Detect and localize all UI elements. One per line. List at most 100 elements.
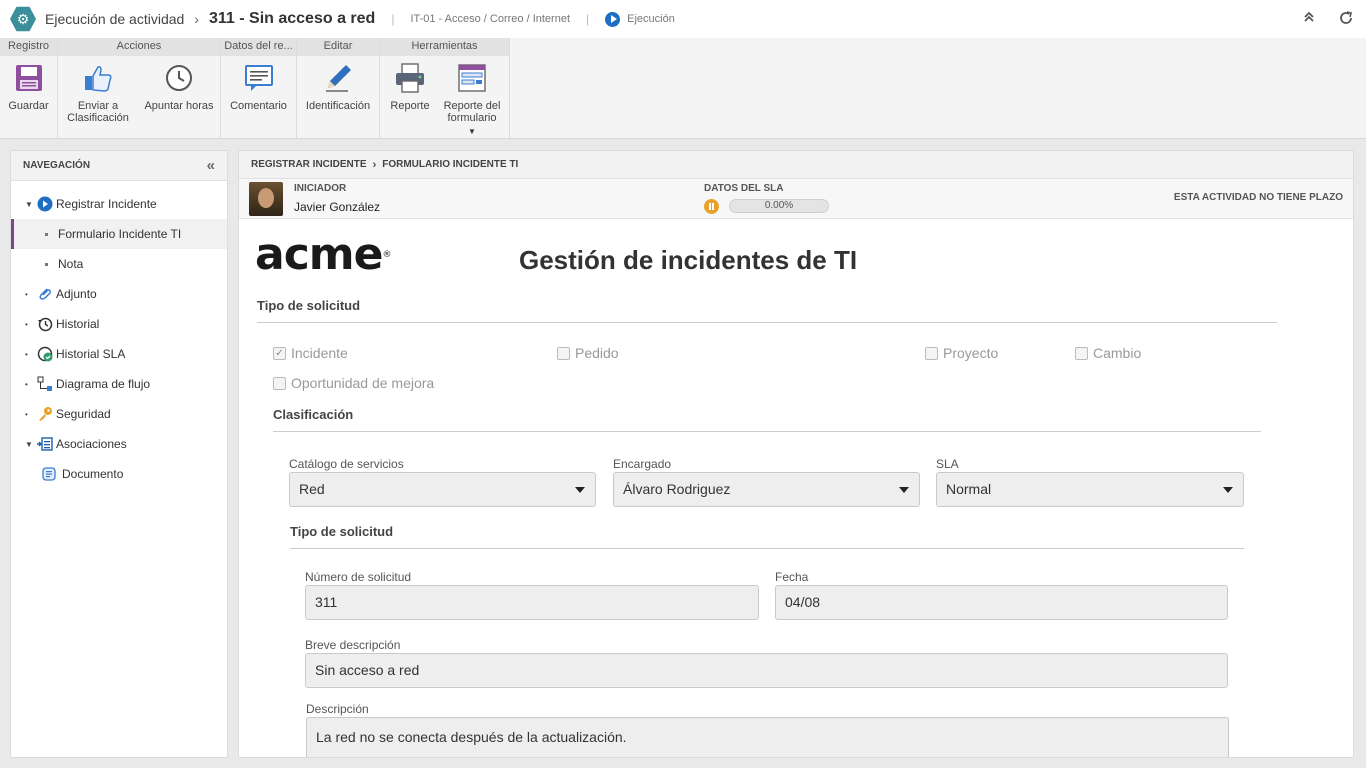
sidebar-item-flow-diagram[interactable]: • Diagrama de flujo xyxy=(11,369,227,399)
ribbon-group-editar: Editar Identificación xyxy=(297,38,380,138)
logo-text: acme xyxy=(255,229,383,280)
sidebar-item-sla-history[interactable]: • Historial SLA xyxy=(11,339,227,369)
checkbox-change[interactable]: Cambio xyxy=(1075,345,1141,361)
breadcrumb-activity-execution[interactable]: Ejecución de actividad xyxy=(45,11,184,27)
checkbox-improvement[interactable]: Oportunidad de mejora xyxy=(273,375,434,391)
checkbox-unchecked-icon[interactable] xyxy=(273,376,286,390)
sidebar-item-security[interactable]: • Seguridad xyxy=(11,399,227,429)
navigation-title: NAVEGACIÓN xyxy=(23,160,91,171)
sla-select[interactable]: Normal xyxy=(936,472,1244,507)
identification-label: Identificación xyxy=(305,100,371,112)
ribbon-group-title: Registro xyxy=(0,38,57,56)
sidebar-item-form-incident[interactable]: Formulario Incidente TI xyxy=(11,219,227,249)
ribbon-group-herramientas: Herramientas Reporte Reporte del formula… xyxy=(380,38,510,138)
flow-diagram-icon xyxy=(37,376,53,392)
send-to-classification-button[interactable]: Enviar a Clasificación xyxy=(58,56,138,138)
bullet-dot: • xyxy=(25,409,28,419)
sidebar-item-note[interactable]: Nota xyxy=(11,249,227,279)
checkbox-unchecked-icon[interactable] xyxy=(557,346,570,360)
description-textarea[interactable]: La red no se conecta después de la actua… xyxy=(306,717,1229,757)
chevron-down-icon xyxy=(899,487,909,493)
status-label: Ejecución xyxy=(627,13,675,25)
request-number-label: Número de solicitud xyxy=(305,570,412,584)
sla-value: Normal xyxy=(946,481,992,497)
sidebar-item-attachment[interactable]: • Adjunto xyxy=(11,279,227,309)
sla-data-label: DATOS DEL SLA xyxy=(704,183,784,194)
breadcrumb-item: FORMULARIO INCIDENTE TI xyxy=(382,159,519,170)
assignee-label: Encargado xyxy=(613,457,672,471)
sidebar-item-document[interactable]: Documento xyxy=(11,459,227,489)
sidebar-item-label: Historial SLA xyxy=(56,347,126,361)
initiator-label: INICIADOR xyxy=(294,183,347,194)
assignee-select[interactable]: Álvaro Rodriguez xyxy=(613,472,920,507)
checkbox-project[interactable]: Proyecto xyxy=(925,345,998,361)
identification-button[interactable]: Identificación xyxy=(297,56,379,138)
date-value: 04/08 xyxy=(785,594,821,610)
bullet-dot: • xyxy=(25,379,28,389)
refresh-icon[interactable] xyxy=(1338,10,1354,29)
description-label: Descripción xyxy=(306,702,369,716)
collapse-left-icon[interactable]: « xyxy=(207,157,215,174)
breadcrumb-item[interactable]: REGISTRAR INCIDENTE xyxy=(251,159,367,170)
form-report-button[interactable]: Reporte del formulario ▼ xyxy=(440,56,504,138)
comment-button[interactable]: Comentario xyxy=(221,56,296,138)
section-divider xyxy=(257,322,1277,323)
section-title-classification: Clasificación xyxy=(273,407,354,422)
printer-icon xyxy=(394,62,426,94)
checkbox-label: Oportunidad de mejora xyxy=(291,375,435,391)
expand-down-icon[interactable]: ▼ xyxy=(25,200,37,209)
sidebar-item-label: Diagrama de flujo xyxy=(56,377,151,391)
brief-description-field[interactable]: Sin acceso a red xyxy=(305,653,1228,688)
sidebar-item-history[interactable]: • Historial xyxy=(11,309,227,339)
acme-logo: acme® xyxy=(255,233,391,277)
checkbox-checked-icon[interactable]: ✓ xyxy=(273,346,286,360)
checkbox-unchecked-icon[interactable] xyxy=(1075,346,1088,360)
sidebar-item-label: Documento xyxy=(62,467,124,481)
ribbon-group-title: Herramientas xyxy=(380,38,509,56)
request-number-field[interactable]: 311 xyxy=(305,585,759,620)
sidebar-item-associations[interactable]: ▼ Asociaciones xyxy=(11,429,227,459)
expand-down-icon[interactable]: ▼ xyxy=(25,440,37,449)
report-button[interactable]: Reporte xyxy=(380,56,440,138)
save-button[interactable]: Guardar xyxy=(0,56,57,138)
sidebar-item-label: Historial xyxy=(56,317,100,331)
divider: | xyxy=(391,12,395,26)
brief-description-label: Breve descripción xyxy=(305,638,401,652)
play-circle-icon xyxy=(37,196,53,212)
navigation-panel: NAVEGACIÓN « ▼ Registrar Incidente Formu… xyxy=(10,150,228,758)
brief-description-value: Sin acceso a red xyxy=(315,662,420,678)
chevron-down-icon xyxy=(575,487,585,493)
collapse-up-icon[interactable] xyxy=(1302,10,1316,29)
sidebar-item-label: Formulario Incidente TI xyxy=(58,227,182,241)
date-field[interactable]: 04/08 xyxy=(775,585,1228,620)
sla-progress-bar: 0.00% xyxy=(729,199,829,213)
bullet-dot: • xyxy=(25,349,28,359)
report-label: Reporte xyxy=(390,100,430,112)
catalog-select[interactable]: Red xyxy=(289,472,596,507)
sidebar-item-register-incident[interactable]: ▼ Registrar Incidente xyxy=(11,189,227,219)
checkbox-request[interactable]: Pedido xyxy=(557,345,619,361)
checkbox-incident[interactable]: ✓ Incidente xyxy=(273,345,348,361)
history-icon xyxy=(37,316,53,332)
checkbox-label: Proyecto xyxy=(943,345,999,361)
sidebar-item-label: Seguridad xyxy=(56,407,111,421)
sla-history-icon xyxy=(37,346,53,362)
log-hours-button[interactable]: Apuntar horas xyxy=(138,56,220,138)
sla-field-label: SLA xyxy=(936,457,959,471)
comment-icon xyxy=(243,62,275,94)
checkbox-label: Pedido xyxy=(575,345,619,361)
activity-info-bar: INICIADOR Javier González DATOS DEL SLA … xyxy=(239,179,1353,219)
bullet-dot xyxy=(45,262,48,266)
dropdown-caret-icon[interactable]: ▼ xyxy=(468,126,476,138)
pencil-icon xyxy=(322,62,354,94)
checkbox-unchecked-icon[interactable] xyxy=(925,346,938,360)
pause-icon xyxy=(704,199,719,214)
bullet-dot: • xyxy=(25,289,28,299)
form-title: Gestión de incidentes de TI xyxy=(519,245,858,275)
date-label: Fecha xyxy=(775,570,809,584)
bullet-dot xyxy=(45,232,48,236)
registered-mark: ® xyxy=(382,250,391,260)
associations-icon xyxy=(37,436,53,452)
ribbon-group-title: Datos del re... xyxy=(221,38,296,56)
description-value: La red no se conecta después de la actua… xyxy=(316,729,627,745)
